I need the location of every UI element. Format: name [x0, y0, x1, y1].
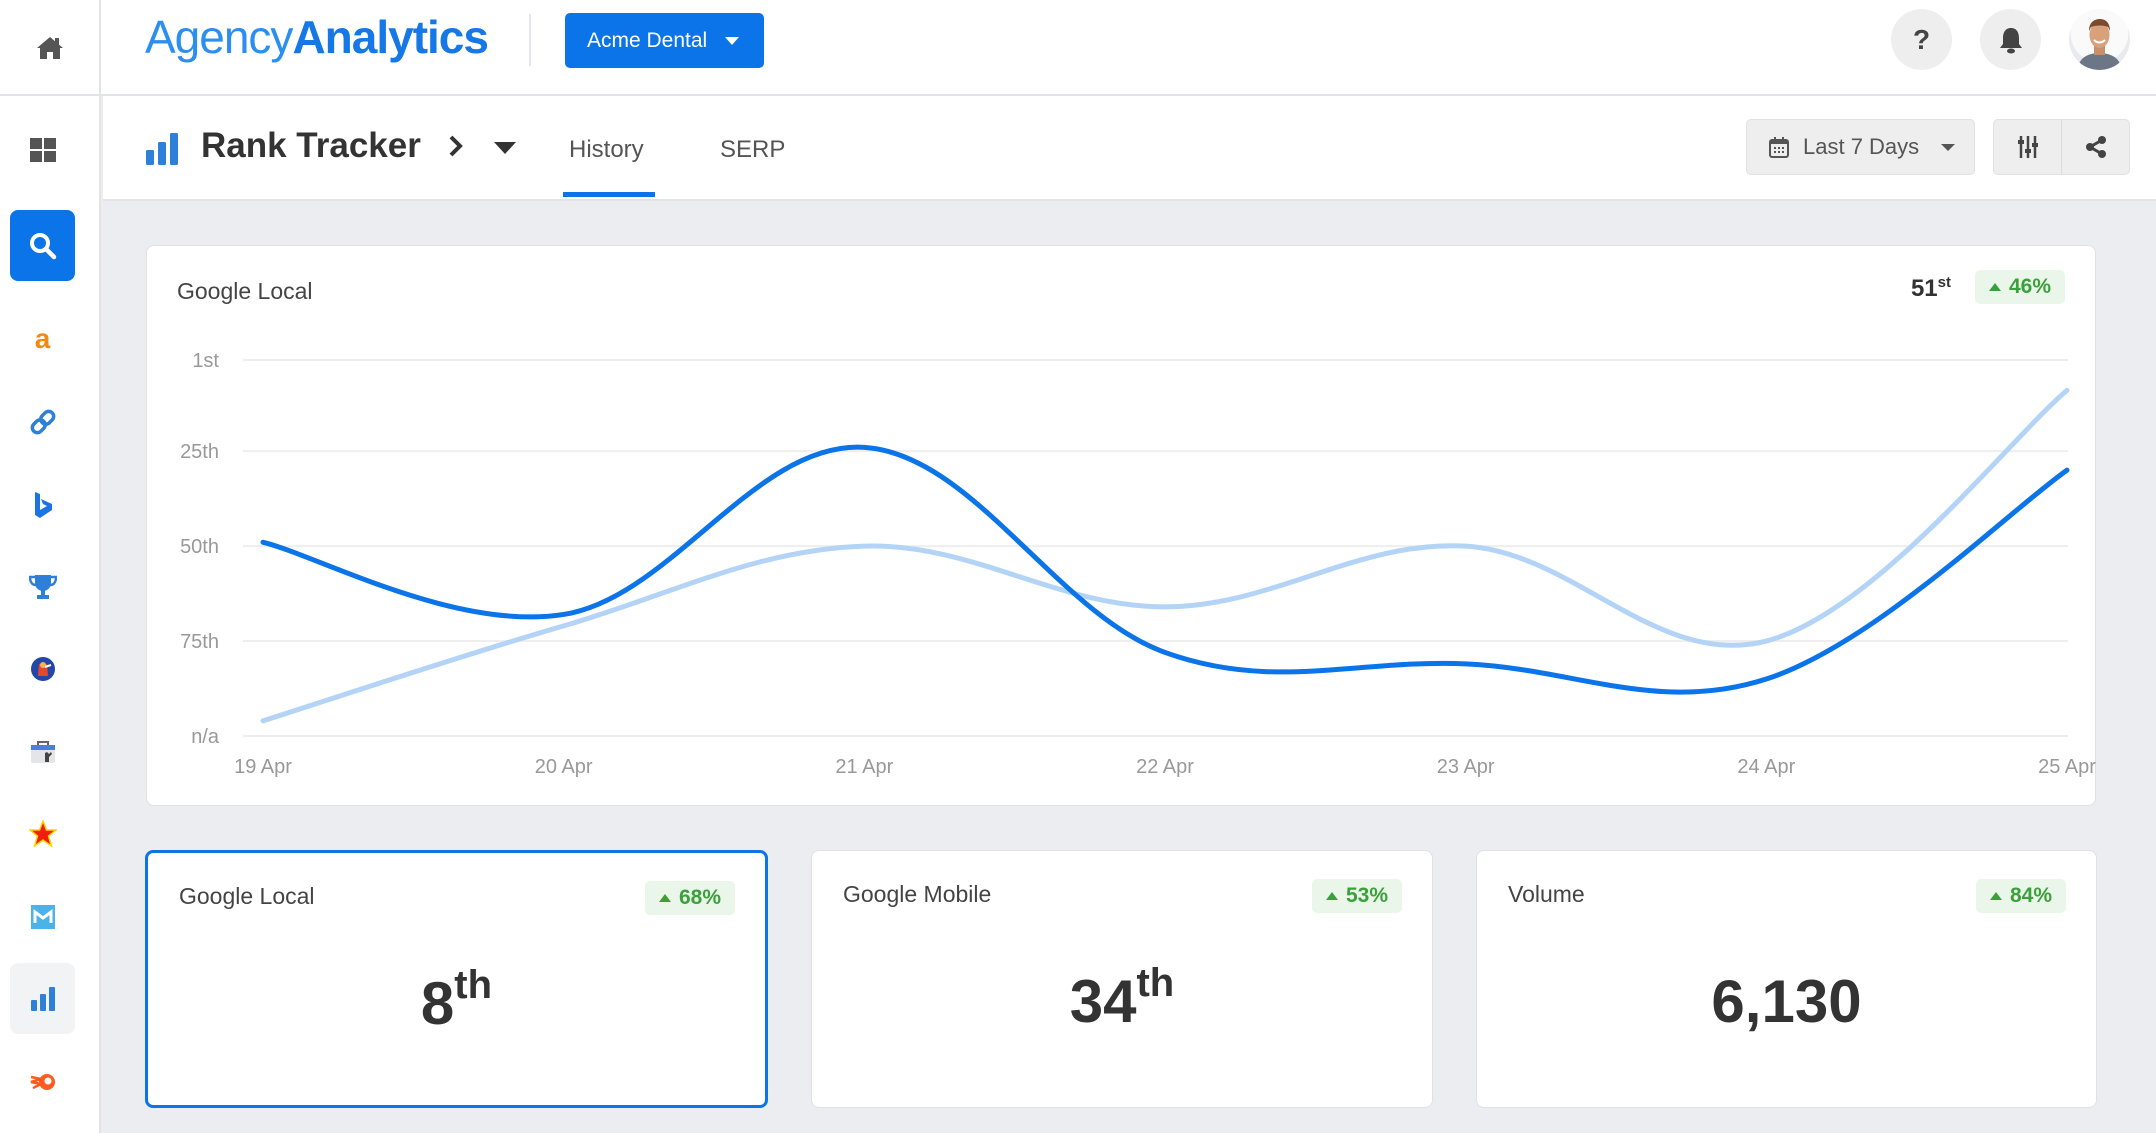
- calendar-icon: [1769, 137, 1789, 158]
- arrow-up-icon: [1325, 892, 1338, 900]
- sidebar-item-mailchimp[interactable]: [10, 881, 75, 952]
- sidebar-item-rank-tracker[interactable]: [10, 963, 75, 1034]
- x-tick-label: 19 Apr: [234, 756, 292, 778]
- client-name: Acme Dental: [587, 28, 708, 52]
- help-icon: ?: [1912, 23, 1931, 55]
- kpi-card-google-local[interactable]: Google Local 68% 8th: [145, 850, 768, 1108]
- chevron-right-icon: [449, 135, 463, 157]
- y-tick-label: n/a: [191, 726, 220, 748]
- caret-down-icon: [725, 36, 740, 45]
- date-range-label: Last 7 Days: [1803, 134, 1920, 159]
- tab-history[interactable]: History: [569, 136, 644, 164]
- sidebar: a: [0, 96, 101, 1133]
- top-bar: AgencyAnalytics Acme Dental ?: [0, 0, 2156, 96]
- page-title: Rank Tracker: [201, 126, 421, 165]
- semrush-icon: [30, 1073, 55, 1090]
- sidebar-item-goals[interactable]: [10, 551, 75, 622]
- page-header: Rank Tracker History SERP Last 7 Days: [103, 96, 2156, 201]
- client-selector-dropdown[interactable]: Acme Dental: [565, 13, 764, 68]
- kpi-card-volume[interactable]: Volume 84% 6,130: [1476, 850, 2097, 1108]
- trophy-icon: [28, 574, 57, 599]
- x-tick-label: 24 Apr: [1737, 756, 1795, 778]
- kpi-value: 34th: [1069, 961, 1175, 1035]
- agency-analytics-logo[interactable]: AgencyAnalytics: [145, 10, 489, 64]
- user-avatar[interactable]: [2069, 9, 2130, 70]
- y-tick-label: 75th: [180, 631, 219, 653]
- sidebar-item-seo-search[interactable]: [10, 210, 75, 281]
- rank-line-chart: 1st 25th 50th 75th n/a 19 Apr 20 Apr 21 Apr 22 A…: [180, 350, 2096, 778]
- divider: [529, 14, 531, 66]
- sidebar-item-dashboard[interactable]: [10, 114, 75, 185]
- kpi-value: 8th: [420, 963, 493, 1037]
- rank-history-chart-card: Google Local 51st 46% 1st 25th 50th 75th n/a…: [146, 245, 2096, 806]
- call-tracking-icon: [30, 656, 55, 681]
- filter-settings-button[interactable]: [1994, 120, 2062, 174]
- bell-icon: [1999, 27, 2022, 53]
- x-tick-label: 21 Apr: [835, 756, 893, 778]
- caret-down-icon: [494, 142, 516, 154]
- amazon-icon: a: [34, 322, 51, 354]
- sidebar-item-bing[interactable]: [10, 469, 75, 540]
- user-photo-icon: [2077, 19, 2122, 70]
- share-button[interactable]: [2062, 120, 2129, 174]
- x-tick-label: 23 Apr: [1437, 756, 1495, 778]
- arrow-up-icon: [658, 894, 671, 902]
- sidebar-item-semrush[interactable]: [10, 1046, 75, 1117]
- y-tick-label: 1st: [192, 350, 219, 372]
- page-switcher-dropdown[interactable]: [493, 140, 517, 156]
- kpi-value: 6,130: [1711, 968, 1862, 1035]
- header-actions: [1993, 119, 2130, 175]
- star-icon: [28, 820, 57, 847]
- y-tick-label: 50th: [180, 536, 219, 558]
- kpi-change-badge: 53%: [1311, 879, 1402, 913]
- rank-tracker-icon: [146, 133, 178, 165]
- kpi-title: Google Mobile: [843, 881, 992, 907]
- share-icon: [2085, 136, 2106, 158]
- search-icon: [29, 232, 56, 259]
- date-range-picker[interactable]: Last 7 Days: [1746, 119, 1975, 175]
- active-tab-indicator: [563, 192, 655, 197]
- sidebar-item-reviews[interactable]: [10, 798, 75, 869]
- grid-icon: [29, 137, 56, 162]
- kpi-title: Volume: [1508, 881, 1585, 907]
- home-button[interactable]: [0, 0, 101, 96]
- x-tick-label: 22 Apr: [1136, 756, 1194, 778]
- x-tick-label: 20 Apr: [535, 756, 593, 778]
- bar-chart-icon: [30, 986, 55, 1011]
- y-tick-label: 25th: [180, 441, 219, 463]
- kpi-change-badge: 84%: [1975, 879, 2066, 913]
- link-icon: [30, 409, 55, 434]
- sidebar-item-call-tracking[interactable]: [10, 633, 75, 704]
- m-logo-icon: [30, 904, 55, 929]
- sliders-icon: [2017, 136, 2038, 158]
- sidebar-item-amazon[interactable]: a: [10, 303, 75, 374]
- caret-down-icon: [1941, 143, 1956, 151]
- tab-serp[interactable]: SERP: [720, 136, 785, 164]
- arrow-up-icon: [1989, 892, 2002, 900]
- kpi-card-google-mobile[interactable]: Google Mobile 53% 34th: [811, 850, 1433, 1108]
- series-line-primary: [260, 444, 2070, 695]
- sidebar-item-backlinks[interactable]: [10, 386, 75, 457]
- x-tick-label: 25 Apr: [2038, 756, 2096, 778]
- home-icon: [36, 37, 63, 59]
- bing-icon: [34, 491, 52, 518]
- toolbox-icon: [30, 740, 55, 763]
- sidebar-item-search-console[interactable]: [10, 716, 75, 787]
- notifications-button[interactable]: [1980, 9, 2041, 70]
- kpi-title: Google Local: [179, 883, 315, 909]
- kpi-change-badge: 68%: [644, 881, 735, 915]
- series-line-comparison: [260, 387, 2070, 724]
- help-button[interactable]: ?: [1891, 9, 1952, 70]
